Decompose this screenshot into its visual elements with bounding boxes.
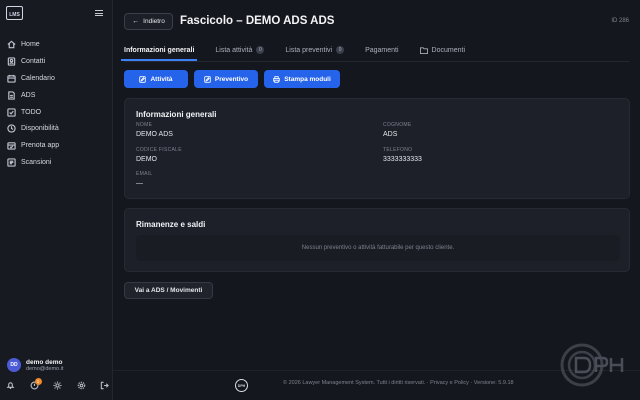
tab-label: Lista preventivi [285, 46, 333, 54]
menu-toggle-icon[interactable] [95, 10, 103, 16]
back-button-label: Indietro [143, 18, 165, 25]
sidebar-footer-icons: 1 [6, 378, 124, 390]
telefono-label: TELEFONO [383, 147, 413, 153]
cognome-value: ADS [383, 131, 398, 138]
nome-value: DEMO ADS [136, 131, 173, 138]
tab-label: Lista attività [215, 46, 253, 54]
notification-badge: 1 [34, 378, 42, 385]
user-profile[interactable]: DD demo demo demo@demo.it [7, 358, 63, 372]
cognome-label: COGNOME [383, 122, 412, 128]
dph-watermark-logo [560, 343, 624, 387]
sidebar-item-label: ADS [21, 91, 36, 99]
sidebar-item-ads[interactable]: ADS [0, 87, 113, 104]
calendar-icon [7, 74, 16, 83]
email-value: — [136, 180, 143, 187]
tab-divider [124, 61, 629, 62]
sidebar-item-label: Prenota app [21, 142, 60, 150]
footer-text: © 2026 Lawyer Management System. Tutti i… [283, 380, 514, 386]
tab-documenti[interactable]: Documenti [419, 40, 466, 60]
sidebar-item-home[interactable]: Home [0, 36, 113, 53]
document-icon [8, 90, 15, 100]
notifications-icon[interactable]: 1 [30, 378, 42, 390]
settings-icon[interactable] [77, 381, 86, 390]
tab-informazioni-generali[interactable]: Informazioni generali [120, 40, 198, 61]
scan-icon [7, 158, 16, 167]
rimanenze-card-title: Rimanenze e saldi [136, 220, 206, 229]
tab-label: Pagamenti [365, 46, 399, 54]
user-name: demo demo [26, 358, 63, 366]
sidebar: LMS Home Contatti Calendario ADS TODO Di… [0, 0, 113, 400]
rimanenze-empty-message: Nessun preventivo o attività fatturabile… [136, 235, 620, 261]
tab-lista-attivita[interactable]: Lista attività 0 [215, 40, 265, 60]
attivita-button-label: Attività [150, 75, 173, 83]
tab-label: Documenti [431, 46, 466, 54]
record-id: ID 286 [611, 18, 629, 24]
tab-count-badge: 0 [256, 46, 265, 54]
codice-fiscale-label: CODICE FISCALE [136, 147, 182, 153]
sidebar-item-label: TODO [21, 108, 42, 116]
tab-label: Informazioni generali [124, 46, 195, 54]
folder-icon [419, 46, 428, 54]
avatar: DD [7, 358, 21, 372]
user-email: demo@demo.it [26, 365, 64, 372]
back-button[interactable]: ← Indietro [124, 13, 173, 30]
bell-icon[interactable] [6, 381, 15, 390]
edit-icon [139, 75, 147, 83]
sidebar-item-label: Contatti [21, 57, 46, 65]
footer-logo: DPH [235, 379, 248, 392]
email-label: EMAIL [136, 171, 153, 177]
app-logo[interactable]: LMS [6, 6, 23, 20]
codice-fiscale-value: DEMO [136, 156, 157, 163]
preventivo-button[interactable]: Preventivo [194, 70, 258, 88]
telefono-value: 3333333333 [383, 156, 422, 163]
sidebar-item-label: Disponibilità [21, 125, 59, 133]
info-card: Informazioni generali NOME DEMO ADS COGN… [124, 98, 630, 199]
sidebar-item-label: Home [21, 40, 40, 48]
sidebar-item-contatti[interactable]: Contatti [0, 53, 113, 70]
action-bar: Attività Preventivo Stampa moduli [124, 70, 346, 88]
nome-label: NOME [136, 122, 153, 128]
sidebar-item-label: Calendario [21, 74, 55, 82]
sidebar-nav: Home Contatti Calendario ADS TODO Dispon… [0, 36, 113, 171]
tab-count-badge: 0 [336, 46, 345, 54]
arrow-left-icon: ← [132, 18, 140, 25]
calendar-check-icon [7, 142, 16, 150]
tab-pagamenti[interactable]: Pagamenti [365, 40, 398, 60]
preventivo-button-label: Preventivo [214, 75, 249, 83]
clock-icon [7, 124, 16, 134]
sidebar-item-calendario[interactable]: Calendario [0, 70, 113, 87]
info-card-title: Informazioni generali [136, 110, 217, 119]
sun-icon[interactable] [53, 381, 62, 390]
attivita-button[interactable]: Attività [124, 70, 188, 88]
stampa-moduli-button-label: Stampa moduli [284, 75, 331, 83]
vai-ads-movimenti-button[interactable]: Vai a ADS / Movimenti [124, 282, 213, 299]
sidebar-item-todo[interactable]: TODO [0, 104, 113, 121]
tab-lista-preventivi[interactable]: Lista preventivi 0 [285, 40, 345, 60]
home-icon [7, 40, 16, 49]
sidebar-item-disponibilita[interactable]: Disponibilità [0, 120, 113, 137]
printer-icon [273, 75, 280, 83]
sidebar-item-scansioni[interactable]: Scansioni [0, 154, 113, 171]
main-content: ← Indietro Fascicolo – DEMO ADS ADS ID 2… [113, 0, 640, 400]
page-title: Fascicolo – DEMO ADS ADS [180, 15, 335, 27]
logout-icon[interactable] [100, 381, 109, 390]
stampa-moduli-button[interactable]: Stampa moduli [264, 70, 340, 88]
contacts-icon [7, 57, 16, 66]
checkbox-icon [7, 107, 16, 117]
sidebar-item-label: Scansioni [21, 159, 52, 167]
edit-icon [204, 75, 211, 83]
tab-bar: Informazioni generali Lista attività 0 L… [120, 40, 486, 61]
sidebar-item-prenota-app[interactable]: Prenota app [0, 137, 113, 154]
rimanenze-card: Rimanenze e saldi Nessun preventivo o at… [124, 208, 630, 272]
